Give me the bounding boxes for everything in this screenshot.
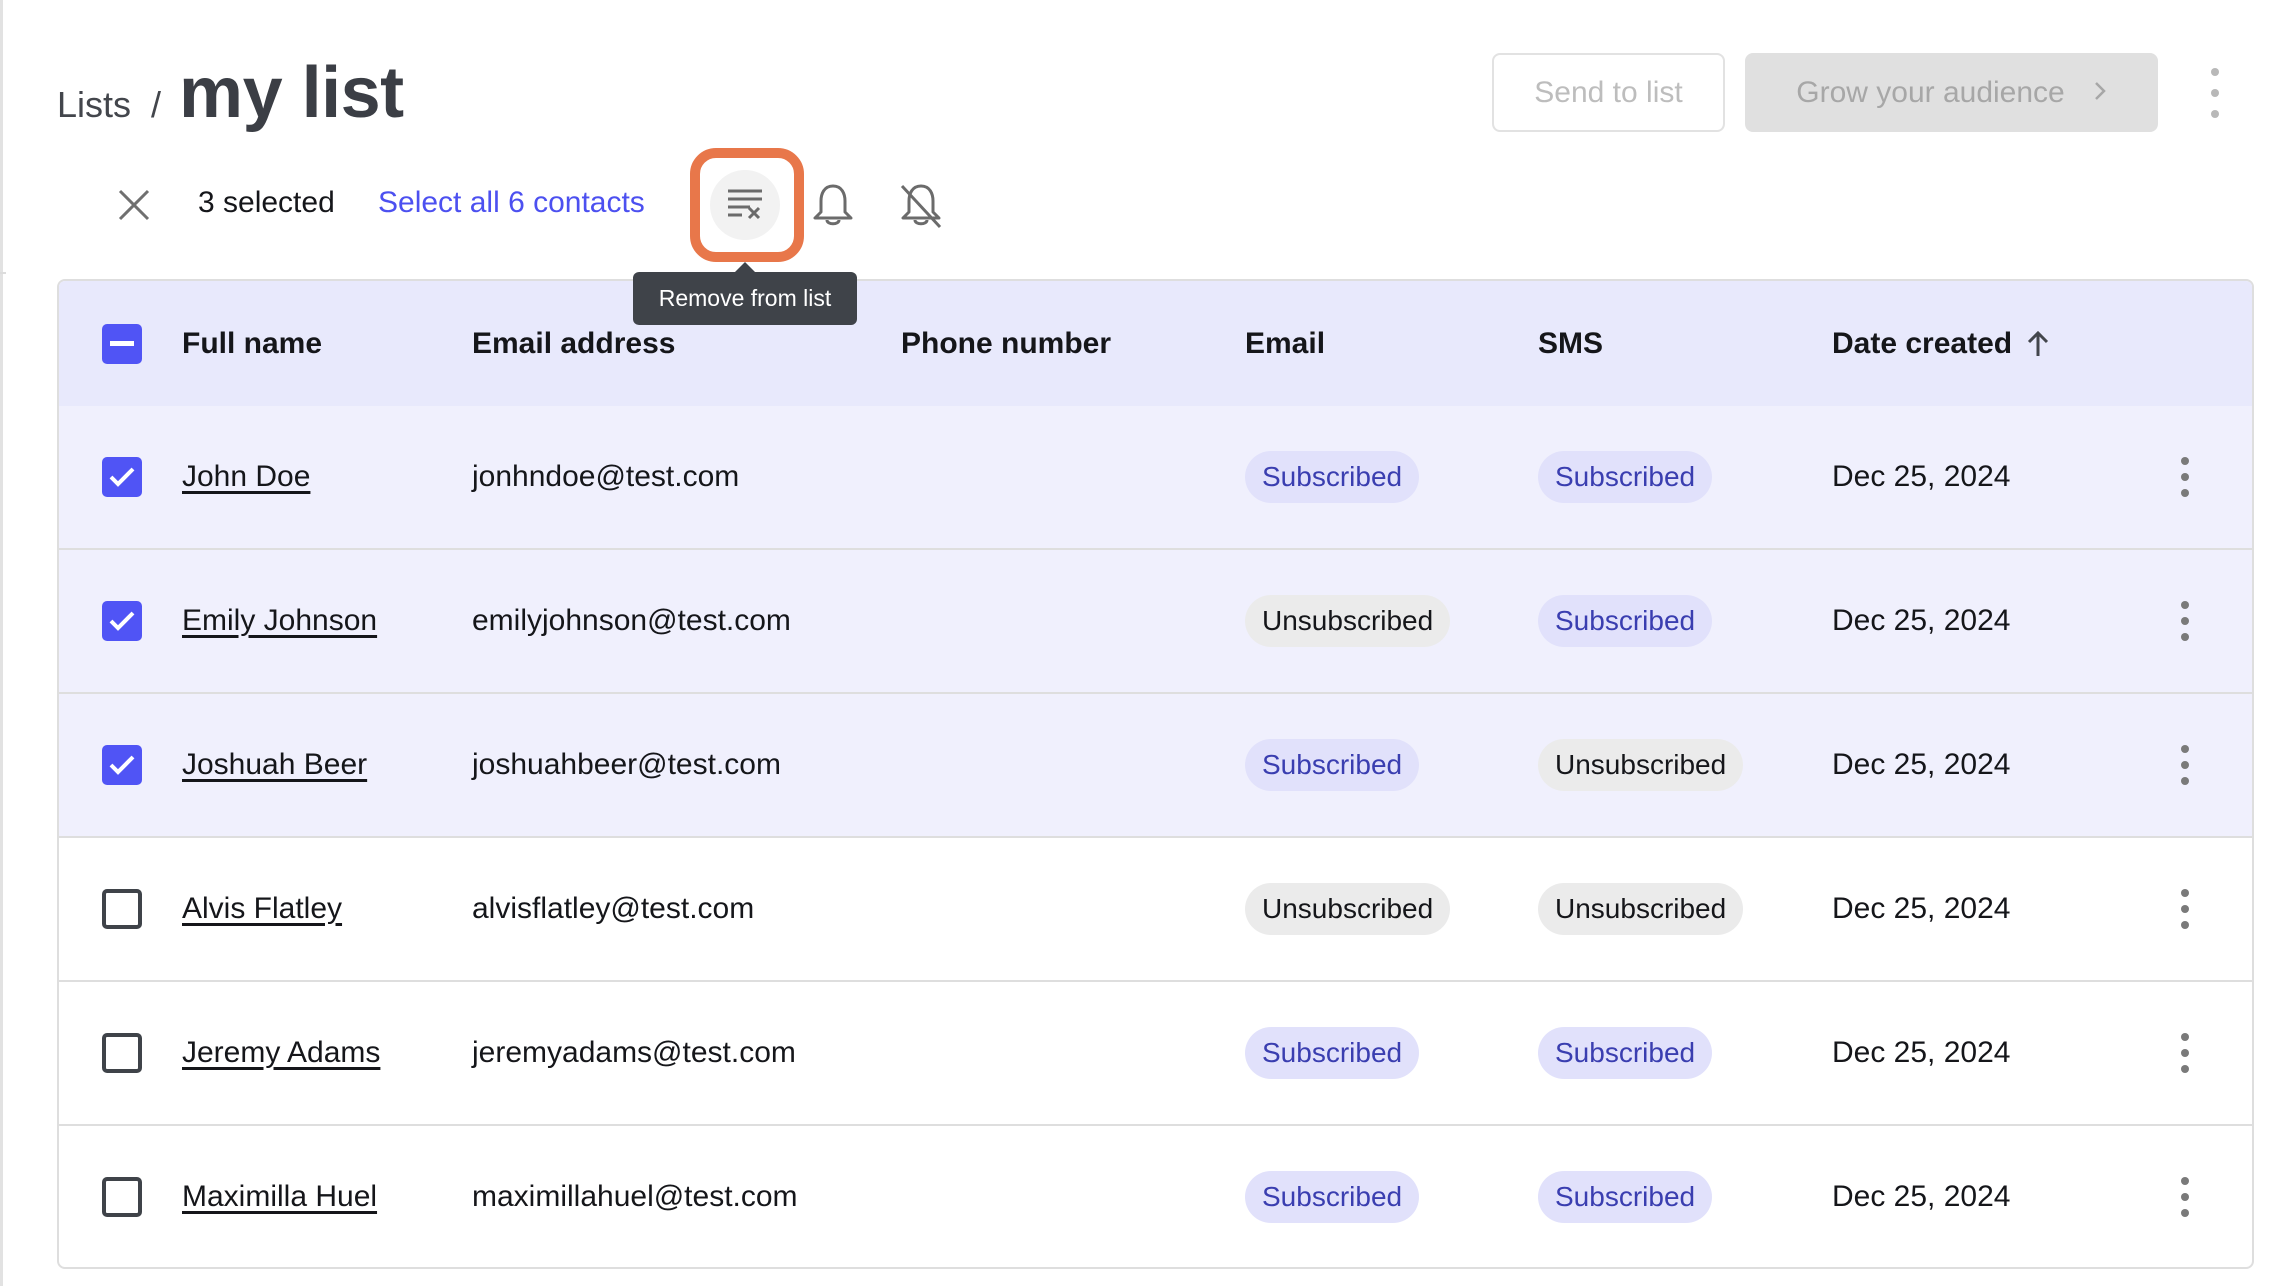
row-checkbox[interactable] xyxy=(102,745,142,785)
date-created: Dec 25, 2024 xyxy=(1832,460,2011,493)
contacts-table: Full name Email address Phone number Ema… xyxy=(57,279,2254,1269)
sms-status-badge: Unsubscribed xyxy=(1538,739,1744,791)
breadcrumb-separator: / xyxy=(151,84,162,125)
sms-status-badge: Subscribed xyxy=(1538,595,1713,647)
email-status-badge: Subscribed xyxy=(1245,1027,1420,1079)
page-title: my list xyxy=(179,53,404,133)
contact-email: jonhndoe@test.com xyxy=(472,460,740,493)
divider-tick xyxy=(0,272,6,274)
sms-status-badge: Unsubscribed xyxy=(1538,883,1744,935)
row-more-icon[interactable] xyxy=(2180,457,2190,497)
contact-name-link[interactable]: Emily Johnson xyxy=(182,604,377,638)
send-to-list-label: Send to list xyxy=(1534,75,1683,109)
email-status-badge: Subscribed xyxy=(1245,451,1420,503)
date-created: Dec 25, 2024 xyxy=(1832,604,2011,637)
sms-status-badge: Subscribed xyxy=(1538,1027,1713,1079)
row-more-icon[interactable] xyxy=(2180,745,2190,785)
arrow-up-icon[interactable] xyxy=(2026,330,2050,358)
bell-icon[interactable] xyxy=(812,183,854,229)
breadcrumb-lists-link[interactable]: Lists xyxy=(57,84,131,126)
contact-name-link[interactable]: Alvis Flatley xyxy=(182,892,342,926)
row-checkbox[interactable] xyxy=(102,1033,142,1073)
row-more-icon[interactable] xyxy=(2180,601,2190,641)
contact-email: maximillahuel@test.com xyxy=(472,1180,798,1213)
contact-name-link[interactable]: Jeremy Adams xyxy=(182,1036,380,1070)
date-created: Dec 25, 2024 xyxy=(1832,892,2011,925)
column-header-date-created[interactable]: Date created xyxy=(1832,281,2050,406)
email-status-badge: Unsubscribed xyxy=(1245,883,1451,935)
bell-off-icon[interactable] xyxy=(898,183,944,229)
contact-email: joshuahbeer@test.com xyxy=(472,748,781,781)
row-checkbox[interactable] xyxy=(102,1177,142,1217)
row-more-icon[interactable] xyxy=(2180,1033,2190,1073)
chevron-right-icon xyxy=(2093,76,2107,110)
grow-audience-button[interactable]: Grow your audience xyxy=(1745,53,2158,132)
sms-status-badge: Subscribed xyxy=(1538,1171,1713,1223)
contact-email: emilyjohnson@test.com xyxy=(472,604,791,637)
sms-status-badge: Subscribed xyxy=(1538,451,1713,503)
more-vertical-icon[interactable] xyxy=(2200,68,2230,118)
tooltip-text: Remove from list xyxy=(658,285,832,311)
check-icon xyxy=(109,755,135,775)
select-all-checkbox[interactable] xyxy=(102,323,142,364)
check-icon xyxy=(109,611,135,631)
row-checkbox[interactable] xyxy=(102,889,142,929)
date-created: Dec 25, 2024 xyxy=(1832,1036,2011,1069)
email-status-badge: Subscribed xyxy=(1245,739,1420,791)
row-checkbox[interactable] xyxy=(102,601,142,641)
column-header-phone-number[interactable]: Phone number xyxy=(901,281,1111,406)
column-header-full-name[interactable]: Full name xyxy=(182,281,322,406)
column-header-email[interactable]: Email xyxy=(1245,281,1325,406)
table-row[interactable]: Emily Johnson emilyjohnson@test.com Unsu… xyxy=(59,550,2252,694)
table-row[interactable]: Alvis Flatley alvisflatley@test.com Unsu… xyxy=(59,838,2252,982)
contact-email: alvisflatley@test.com xyxy=(472,892,755,925)
date-created-label: Date created xyxy=(1832,326,2013,360)
contact-email: jeremyadams@test.com xyxy=(472,1036,796,1069)
email-status-badge: Subscribed xyxy=(1245,1171,1420,1223)
highlight-box xyxy=(690,148,804,262)
left-panel-divider xyxy=(0,0,3,1286)
row-more-icon[interactable] xyxy=(2180,1177,2190,1217)
selected-count: 3 selected xyxy=(198,186,335,219)
tooltip: Remove from list xyxy=(633,262,857,325)
contact-name-link[interactable]: Joshuah Beer xyxy=(182,748,367,782)
table-row[interactable]: Joshuah Beer joshuahbeer@test.com Subscr… xyxy=(59,694,2252,838)
send-to-list-button[interactable]: Send to list xyxy=(1492,53,1725,132)
table-row[interactable]: Maximilla Huel maximillahuel@test.com Su… xyxy=(59,1126,2252,1267)
check-icon xyxy=(109,467,135,487)
contact-name-link[interactable]: Maximilla Huel xyxy=(182,1180,377,1214)
row-checkbox[interactable] xyxy=(102,457,142,497)
table-row[interactable]: Jeremy Adams jeremyadams@test.com Subscr… xyxy=(59,982,2252,1126)
table-row[interactable]: John Doe jonhndoe@test.com Subscribed Su… xyxy=(59,406,2252,550)
select-all-contacts-link[interactable]: Select all 6 contacts xyxy=(378,186,645,220)
grow-audience-label: Grow your audience xyxy=(1796,75,2065,109)
column-header-sms[interactable]: SMS xyxy=(1538,281,1603,406)
table-header: Full name Email address Phone number Ema… xyxy=(59,281,2252,408)
contact-name-link[interactable]: John Doe xyxy=(182,460,310,494)
breadcrumb: Lists / my list xyxy=(57,52,404,133)
row-more-icon[interactable] xyxy=(2180,889,2190,929)
email-status-badge: Unsubscribed xyxy=(1245,595,1451,647)
date-created: Dec 25, 2024 xyxy=(1832,1180,2011,1213)
date-created: Dec 25, 2024 xyxy=(1832,748,2011,781)
close-icon[interactable] xyxy=(116,187,152,223)
